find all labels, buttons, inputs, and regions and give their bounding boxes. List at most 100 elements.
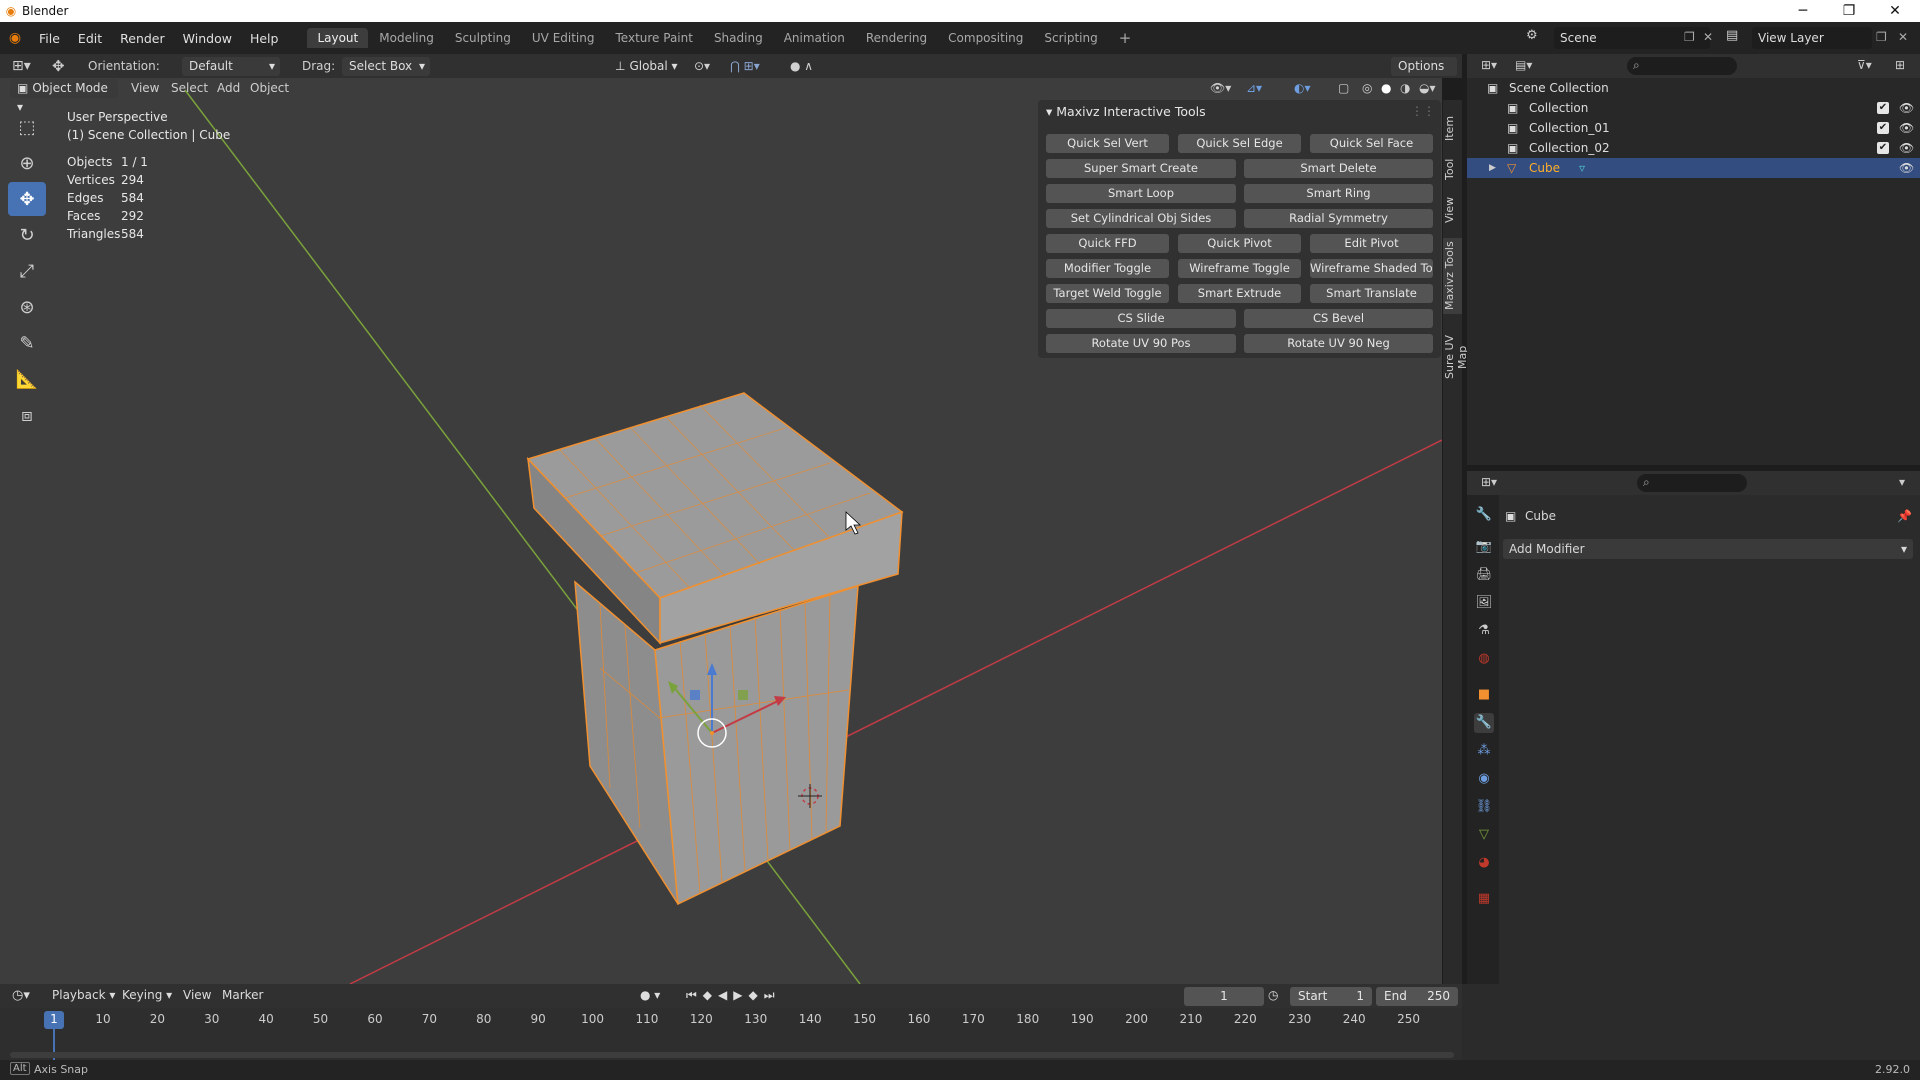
drag-handle-icon[interactable]: ⋮⋮ [1411,104,1435,118]
cursor-icon[interactable]: ⊕ [8,146,46,180]
view-layer-selector[interactable]: View Layer [1752,27,1872,49]
material-tab-icon[interactable]: ◕ [1474,853,1494,873]
end-frame-field[interactable]: End 250 [1376,987,1458,1006]
wireframe-toggle-button[interactable]: Wireframe Toggle [1178,259,1301,278]
menu-add[interactable]: Add [217,79,240,98]
scene-icon[interactable]: ⚙ [1526,28,1538,43]
constraints-tab-icon[interactable]: ⛓ [1474,797,1494,817]
quick-ffd-button[interactable]: Quick FFD [1046,234,1169,253]
properties-search-input[interactable]: ⌕ [1637,474,1747,492]
tab-layout[interactable]: Layout [307,28,369,48]
tab-scripting[interactable]: Scripting [1034,28,1107,48]
tab-sure-uv-map[interactable]: Sure UV Map [1443,322,1469,392]
tab-rendering[interactable]: Rendering [856,28,937,48]
particles-tab-icon[interactable]: ⁂ [1474,741,1494,761]
drag-dropdown[interactable]: Select Box ▾ [342,57,430,76]
restore-icon[interactable]: ❐ [1826,0,1872,22]
record-icon[interactable]: ● ▾ [640,988,660,1002]
tab-animation[interactable]: Animation [774,28,855,48]
exclude-checkbox[interactable]: ✔ [1877,102,1889,114]
quick-pivot-button[interactable]: Quick Pivot [1178,234,1301,253]
menu-edit[interactable]: Edit [69,31,111,46]
editor-type-icon[interactable]: ⊞▾ [12,57,31,76]
playback-controls[interactable]: ⏮◆◀▶◆⏭ [686,988,781,1003]
exclude-checkbox[interactable]: ✔ [1877,122,1889,134]
delete-scene-icon[interactable]: ✕ [1703,30,1713,44]
chevron-down-icon[interactable]: ▾ [1899,475,1905,489]
outliner-item-collection[interactable]: ▣ Collection ✔ 👁 [1467,98,1920,118]
menu-render[interactable]: Render [111,31,174,46]
solid-shading-icon[interactable]: ● [1381,79,1391,98]
timeline-scrollbar[interactable] [10,1052,1454,1058]
start-frame-field[interactable]: Start 1 [1290,987,1372,1006]
render-tab-icon[interactable]: 📷 [1474,537,1494,557]
panel-title[interactable]: ▾ Maxivz Interactive Tools [1046,104,1206,119]
physics-tab-icon[interactable]: ◉ [1474,769,1494,789]
menu-keying[interactable]: Keying ▾ [122,988,172,1002]
wireframe-shaded-toggle-button[interactable]: Wireframe Shaded Tog... [1310,259,1433,278]
tab-texture-paint[interactable]: Texture Paint [606,28,703,48]
measure-icon[interactable]: 📐 [8,362,46,396]
set-cylindrical-sides-button[interactable]: Set Cylindrical Obj Sides [1046,209,1236,228]
outliner-search-input[interactable]: ⌕ [1627,57,1737,75]
world-tab-icon[interactable]: ◍ [1474,649,1494,669]
smart-loop-button[interactable]: Smart Loop [1046,184,1236,203]
eye-icon[interactable]: 👁 [1899,138,1914,158]
editor-type-icon[interactable]: ⊞▾ [1481,58,1497,72]
menu-select[interactable]: Select [171,79,208,98]
quick-sel-vert-button[interactable]: Quick Sel Vert [1046,134,1169,153]
eye-icon[interactable]: 👁 [1899,98,1914,118]
radial-symmetry-button[interactable]: Radial Symmetry [1244,209,1433,228]
texture-tab-icon[interactable]: ▦ [1474,889,1494,909]
display-mode-icon[interactable]: ▤▾ [1515,58,1532,72]
view-layer-tab-icon[interactable]: 🖼 [1474,593,1494,613]
rotate-uv-90-neg-button[interactable]: Rotate UV 90 Neg [1244,334,1433,353]
transform-orientation-dropdown[interactable]: ⊥ Global ▾ [608,57,686,76]
tab-item[interactable]: Item [1443,110,1462,146]
visibility-icon[interactable]: 👁▾ [1210,79,1231,98]
xray-icon[interactable]: ▢ [1338,79,1349,98]
outliner-item-collection-02[interactable]: ▣ Collection_02 ✔ 👁 [1467,138,1920,158]
select-box-icon[interactable]: ⬚ [8,110,46,144]
tab-modeling[interactable]: Modeling [369,28,444,48]
pivot-point-icon[interactable]: ⊙▾ [694,57,710,76]
rendered-shading-icon[interactable]: ◒▾ [1419,79,1436,98]
annotate-icon[interactable]: ✎ [8,326,46,360]
minimize-icon[interactable]: ─ [1780,0,1826,22]
quick-sel-edge-button[interactable]: Quick Sel Edge [1178,134,1301,153]
overlay-icon[interactable]: ◐▾ [1294,79,1311,98]
outliner-item-collection-01[interactable]: ▣ Collection_01 ✔ 👁 [1467,118,1920,138]
smart-ring-button[interactable]: Smart Ring [1244,184,1433,203]
editor-type-icon[interactable]: ⊞▾ [1481,475,1497,489]
tool-tab-icon[interactable]: 🔧 [1474,505,1494,525]
tab-sculpting[interactable]: Sculpting [445,28,521,48]
filter-icon[interactable]: ⊽▾ [1857,58,1872,72]
cs-bevel-button[interactable]: CS Bevel [1244,309,1433,328]
quick-sel-face-button[interactable]: Quick Sel Face [1310,134,1433,153]
tab-uv-editing[interactable]: UV Editing [522,28,605,48]
exclude-checkbox[interactable]: ✔ [1877,142,1889,154]
eye-icon[interactable]: 👁 [1899,158,1914,178]
outliner-item-cube[interactable]: ▶ ▽ Cube ▿ 👁 [1467,158,1920,178]
options-dropdown[interactable]: Options ▾ [1391,57,1457,92]
super-smart-create-button[interactable]: Super Smart Create [1046,159,1236,178]
menu-marker[interactable]: Marker [222,988,263,1002]
proportional-edit-icon[interactable]: ● ∧ [790,57,813,76]
menu-view[interactable]: View [131,79,159,98]
scene-tab-icon[interactable]: ⚗ [1474,621,1494,641]
modifier-toggle-button[interactable]: Modifier Toggle [1046,259,1169,278]
add-modifier-dropdown[interactable]: Add Modifier ▾ [1503,539,1913,559]
snap-icon[interactable]: ⋂ ⊞▾ [730,57,760,76]
new-scene-icon[interactable]: ❐ [1684,30,1695,44]
pin-icon[interactable]: 📌 [1897,509,1912,523]
gizmo-icon[interactable]: ⊿▾ [1246,79,1262,98]
blender-menu-icon[interactable]: ◉ [0,30,30,46]
view-layer-icon[interactable]: ▤ [1726,28,1738,43]
rotate-icon[interactable]: ↻ [8,218,46,252]
tab-compositing[interactable]: Compositing [938,28,1033,48]
tab-view[interactable]: View [1443,192,1462,228]
add-cube-icon[interactable]: ⧈ [8,398,46,432]
smart-extrude-button[interactable]: Smart Extrude [1178,284,1301,303]
rotate-uv-90-pos-button[interactable]: Rotate UV 90 Pos [1046,334,1236,353]
data-tab-icon[interactable]: ▽ [1474,825,1494,845]
